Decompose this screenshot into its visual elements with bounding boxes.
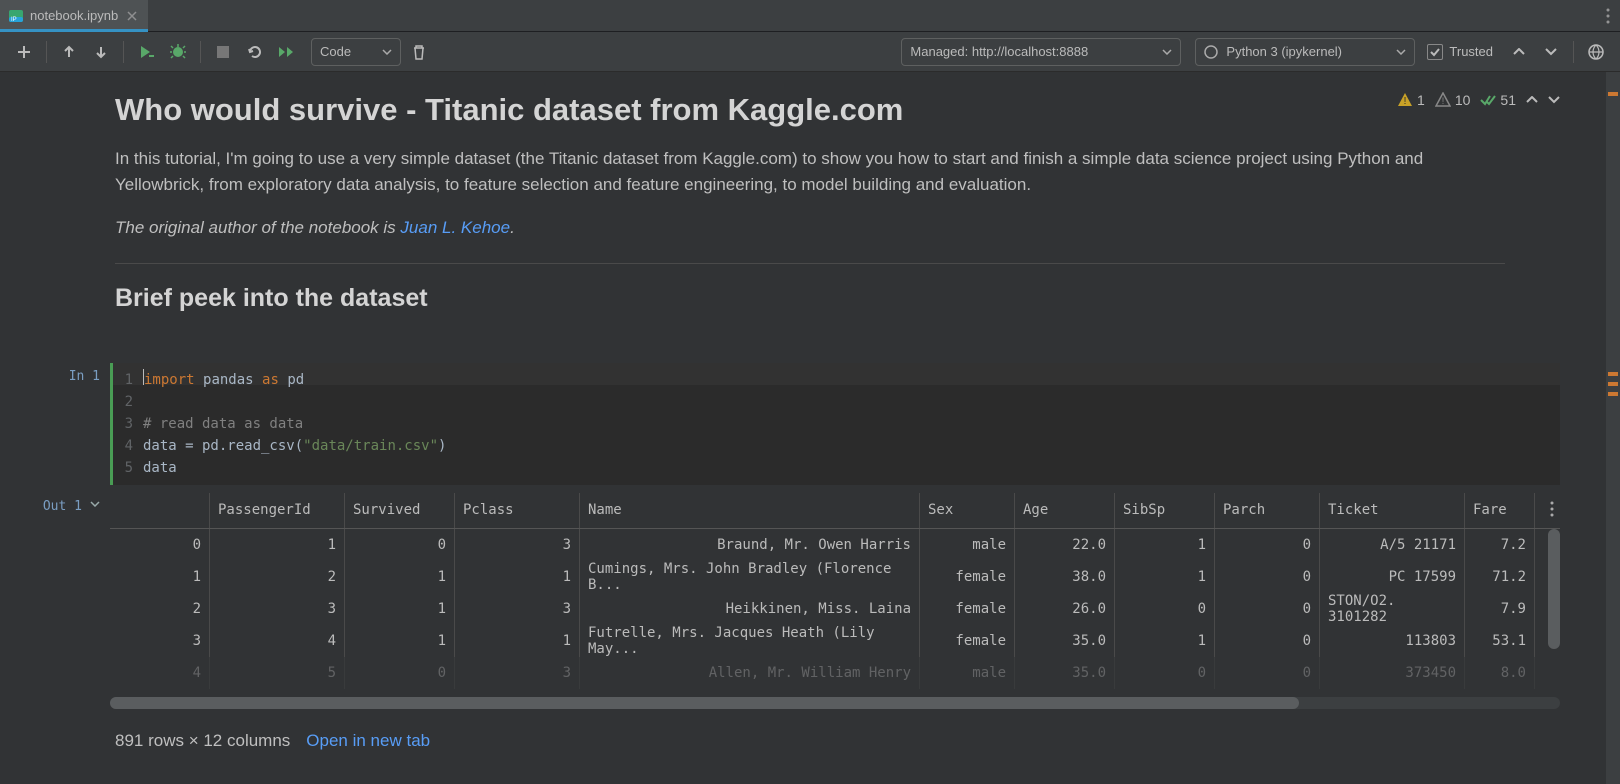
code-cell[interactable]: In 1 1import pandas as pd 2 3# read data… — [0, 363, 1620, 485]
tab-title: notebook.ipynb — [30, 8, 118, 23]
kernel-select[interactable]: Python 3 (ipykernel) — [1195, 38, 1415, 66]
globe-button[interactable] — [1582, 38, 1610, 66]
input-prompt: In 1 — [0, 363, 110, 485]
svg-text:!: ! — [1442, 96, 1445, 106]
ok-chip[interactable]: 51 — [1480, 92, 1516, 108]
trusted-toggle[interactable]: Trusted — [1419, 44, 1501, 60]
output-cell: Out 1 PassengerId Survived Pclass Name S… — [0, 493, 1620, 717]
server-select[interactable]: Managed: http://localhost:8888 — [901, 38, 1181, 66]
chevron-down-icon[interactable] — [90, 501, 100, 507]
table-row[interactable]: 1211Cumings, Mrs. John Bradley (Florence… — [110, 561, 1560, 593]
move-down-button[interactable] — [87, 38, 115, 66]
collapse-up-button[interactable] — [1505, 38, 1533, 66]
row-summary: 891 rows × 12 columns — [115, 731, 290, 751]
intro-paragraph: In this tutorial, I'm going to use a ver… — [115, 146, 1505, 197]
notebook-content[interactable]: ! 1 ! 10 51 Who would survive - Titanic … — [0, 72, 1620, 784]
close-icon[interactable] — [124, 8, 140, 24]
notebook-icon: IP — [8, 8, 24, 24]
chevron-down-icon — [1162, 49, 1172, 55]
gutter-right — [1606, 72, 1620, 784]
table-menu-icon[interactable] — [1550, 501, 1554, 517]
code-editor[interactable]: 1import pandas as pd 2 3# read data as d… — [113, 363, 1560, 485]
chevron-down-icon — [382, 49, 392, 55]
cell-type-label: Code — [320, 44, 351, 59]
horizontal-scrollbar[interactable] — [110, 697, 1560, 709]
table-header: PassengerId Survived Pclass Name Sex Age… — [110, 493, 1560, 529]
inspection-status[interactable]: ! 1 ! 10 51 — [1397, 92, 1560, 108]
chevron-up-icon[interactable] — [1526, 96, 1538, 104]
warning-chip[interactable]: ! 10 — [1435, 92, 1471, 108]
section-title: Brief peek into the dataset — [115, 284, 1505, 313]
run-all-button[interactable] — [273, 38, 301, 66]
output-prompt: Out 1 — [0, 493, 110, 717]
toolbar: Code Managed: http://localhost:8888 Pyth… — [0, 32, 1620, 72]
page-title: Who would survive - Titanic dataset from… — [115, 92, 1505, 128]
stop-button[interactable] — [209, 38, 237, 66]
chevron-down-icon — [1396, 49, 1406, 55]
table-row[interactable]: 2313Heikkinen, Miss. Lainafemale26.000ST… — [110, 593, 1560, 625]
svg-text:IP: IP — [11, 17, 17, 23]
table-row[interactable]: 3411Futrelle, Mrs. Jacques Heath (Lily M… — [110, 625, 1560, 657]
vertical-scrollbar[interactable] — [1548, 529, 1560, 649]
run-cell-button[interactable] — [132, 38, 160, 66]
debug-button[interactable] — [164, 38, 192, 66]
tab-menu-icon[interactable] — [1606, 8, 1610, 24]
author-link[interactable]: Juan L. Kehoe — [400, 218, 510, 237]
delete-cell-button[interactable] — [405, 38, 433, 66]
chevron-down-icon[interactable] — [1548, 96, 1560, 104]
kernel-status-icon — [1204, 45, 1218, 59]
dataframe-table[interactable]: PassengerId Survived Pclass Name Sex Age… — [110, 493, 1560, 689]
server-label: Managed: http://localhost:8888 — [910, 44, 1088, 59]
add-cell-button[interactable] — [10, 38, 38, 66]
svg-text:!: ! — [1404, 96, 1407, 107]
expand-down-button[interactable] — [1537, 38, 1565, 66]
tab-bar: IP notebook.ipynb — [0, 0, 1620, 32]
cell-type-select[interactable]: Code — [311, 38, 401, 66]
trusted-label: Trusted — [1449, 44, 1493, 59]
open-new-tab-link[interactable]: Open in new tab — [306, 731, 430, 751]
output-footer: 891 rows × 12 columns Open in new tab — [0, 717, 1620, 771]
table-row[interactable]: 0103Braund, Mr. Owen Harrismale22.010A/5… — [110, 529, 1560, 561]
error-chip[interactable]: ! 1 — [1397, 92, 1425, 108]
restart-button[interactable] — [241, 38, 269, 66]
move-up-button[interactable] — [55, 38, 83, 66]
kernel-label: Python 3 (ipykernel) — [1226, 44, 1342, 59]
table-row[interactable]: 4503Allen, Mr. William Henrymale35.00037… — [110, 657, 1560, 689]
markdown-cell[interactable]: Who would survive - Titanic dataset from… — [0, 72, 1620, 343]
checkbox-icon — [1427, 44, 1443, 60]
file-tab[interactable]: IP notebook.ipynb — [0, 0, 148, 32]
author-paragraph: The original author of the notebook is J… — [115, 215, 1505, 241]
